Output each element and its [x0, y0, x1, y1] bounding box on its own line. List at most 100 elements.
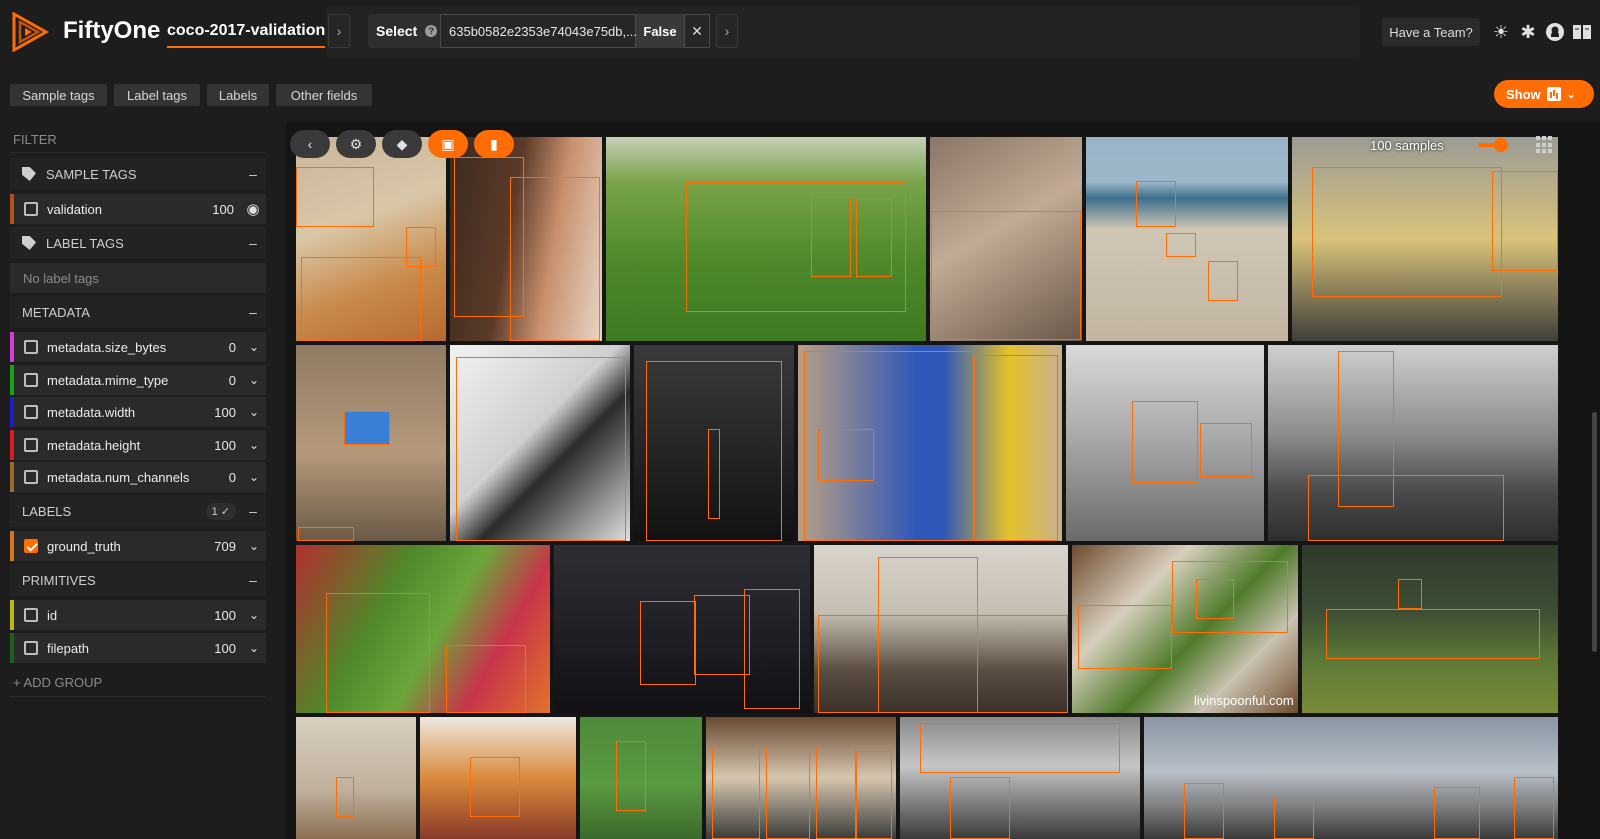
- eye-icon[interactable]: ◉: [240, 200, 266, 218]
- field-id[interactable]: id 100 ⌄: [10, 600, 266, 630]
- checkbox[interactable]: [24, 608, 38, 622]
- color-stripe: [10, 600, 14, 630]
- bbox: [510, 177, 600, 341]
- checkbox[interactable]: [24, 340, 38, 354]
- github-icon[interactable]: [1545, 22, 1565, 42]
- chevron-down-icon[interactable]: ⌄: [242, 539, 266, 553]
- sample-tile[interactable]: [450, 137, 602, 341]
- group-primitives[interactable]: PRIMITIVES –: [10, 564, 266, 596]
- checkbox[interactable]: [24, 641, 38, 655]
- collapse-icon[interactable]: –: [240, 235, 266, 251]
- show-panels-button[interactable]: Show ⌄: [1494, 80, 1594, 108]
- collapse-icon[interactable]: –: [240, 572, 266, 588]
- tab-label-tags[interactable]: Label tags: [114, 84, 200, 106]
- group-labels[interactable]: LABELS 1 ✓ –: [10, 495, 266, 527]
- sample-tile[interactable]: [900, 717, 1140, 839]
- checkbox[interactable]: [24, 405, 38, 419]
- chevron-down-icon[interactable]: ⌄: [242, 405, 266, 419]
- view-bar-forward-arrow[interactable]: ›: [716, 14, 738, 48]
- filter-title: FILTER: [13, 132, 57, 147]
- sample-tile[interactable]: [1268, 345, 1558, 541]
- row-count: 0: [228, 469, 236, 485]
- row-count: 100: [214, 437, 236, 453]
- sample-tile[interactable]: [634, 345, 794, 541]
- stage-bool-toggle[interactable]: False: [636, 14, 684, 48]
- row-label: metadata.width: [47, 404, 136, 420]
- sample-tile[interactable]: [296, 345, 446, 541]
- field-metadata-size-bytes[interactable]: metadata.size_bytes 0 ⌄: [10, 332, 266, 362]
- bbox: [1326, 609, 1540, 659]
- sample-tile[interactable]: [296, 717, 416, 839]
- sample-tile[interactable]: [814, 545, 1068, 713]
- tab-other-fields[interactable]: Other fields: [276, 84, 372, 106]
- view-stage-name[interactable]: Select ?: [368, 14, 440, 48]
- field-metadata-num-channels[interactable]: metadata.num_channels 0 ⌄: [10, 462, 266, 492]
- sample-tile[interactable]: [450, 345, 630, 541]
- stage-value-field[interactable]: 635b0582e2353e74043e75db,...: [440, 14, 637, 48]
- sample-tile[interactable]: [1144, 717, 1558, 839]
- grid-scrollbar[interactable]: [1592, 412, 1597, 652]
- docs-icon[interactable]: [1572, 22, 1592, 42]
- field-metadata-width[interactable]: metadata.width 100 ⌄: [10, 397, 266, 427]
- light-mode-icon[interactable]: ☀: [1491, 22, 1511, 42]
- sample-tag-validation[interactable]: validation 100 ◉: [10, 194, 266, 224]
- sample-tile[interactable]: [930, 137, 1082, 341]
- fiftyone-logo[interactable]: [10, 12, 50, 52]
- view-bar-back-arrow[interactable]: ›: [328, 14, 350, 48]
- tag-icon[interactable]: ◆: [382, 130, 422, 158]
- chevron-down-icon: ⌄: [1566, 88, 1576, 101]
- field-metadata-mime-type[interactable]: metadata.mime_type 0 ⌄: [10, 365, 266, 395]
- sample-tile[interactable]: [706, 717, 896, 839]
- chevron-down-icon[interactable]: ⌄: [242, 340, 266, 354]
- sample-tile[interactable]: [1066, 345, 1264, 541]
- field-ground-truth[interactable]: ground_truth 709 ⌄: [10, 531, 266, 561]
- chevron-down-icon[interactable]: ⌄: [242, 641, 266, 655]
- have-a-team-button[interactable]: Have a Team?: [1382, 18, 1480, 46]
- field-metadata-height[interactable]: metadata.height 100 ⌄: [10, 430, 266, 460]
- gear-icon[interactable]: ⚙: [336, 130, 376, 158]
- bbox: [818, 615, 1068, 713]
- grid-layout-icon[interactable]: [1536, 136, 1554, 154]
- patches-icon[interactable]: ▣: [428, 130, 468, 158]
- checkbox[interactable]: [24, 539, 38, 553]
- sample-tile[interactable]: [1302, 545, 1558, 713]
- field-filepath[interactable]: filepath 100 ⌄: [10, 633, 266, 663]
- checkbox[interactable]: [24, 373, 38, 387]
- chevron-down-icon[interactable]: ⌄: [242, 608, 266, 622]
- sample-tile[interactable]: [798, 345, 1062, 541]
- chevron-down-icon[interactable]: ⌄: [242, 470, 266, 484]
- sample-tile[interactable]: livinspoonful.com: [1072, 545, 1298, 713]
- tab-sample-tags[interactable]: Sample tags: [10, 84, 107, 106]
- dataset-selector[interactable]: coco-2017-validation: [167, 22, 326, 48]
- zoom-slider-handle[interactable]: [1494, 138, 1508, 152]
- sample-tile[interactable]: [1292, 137, 1558, 341]
- group-sample-tags[interactable]: SAMPLE TAGS –: [10, 158, 266, 190]
- group-metadata[interactable]: METADATA –: [10, 296, 266, 328]
- collapse-icon[interactable]: –: [240, 304, 266, 320]
- checkbox[interactable]: [24, 438, 38, 452]
- bbox: [1398, 579, 1422, 609]
- chevron-down-icon[interactable]: ⌄: [242, 373, 266, 387]
- sample-tile[interactable]: [420, 717, 576, 839]
- sample-tile[interactable]: [296, 545, 550, 713]
- sample-tile[interactable]: [554, 545, 810, 713]
- sample-tile[interactable]: [580, 717, 702, 839]
- collapse-icon[interactable]: –: [240, 503, 266, 519]
- sample-tile[interactable]: [296, 137, 446, 341]
- grid-back-button[interactable]: ‹: [290, 130, 330, 158]
- stage-help-icon[interactable]: ?: [425, 25, 438, 37]
- chevron-down-icon[interactable]: ⌄: [242, 438, 266, 452]
- bbox: [1132, 401, 1198, 483]
- checkbox[interactable]: [24, 470, 38, 484]
- slack-icon[interactable]: ✱: [1518, 22, 1538, 42]
- group-label-tags[interactable]: LABEL TAGS –: [10, 227, 266, 259]
- sample-tile[interactable]: [606, 137, 926, 341]
- tab-labels[interactable]: Labels: [207, 84, 269, 106]
- add-group-button[interactable]: + ADD GROUP: [13, 675, 102, 690]
- bookmark-icon[interactable]: ▮: [474, 130, 514, 158]
- checkbox[interactable]: [24, 202, 38, 216]
- labels-badge[interactable]: 1 ✓: [205, 502, 236, 520]
- sample-tile[interactable]: [1086, 137, 1288, 341]
- stage-remove-button[interactable]: ✕: [684, 14, 710, 48]
- collapse-icon[interactable]: –: [240, 166, 266, 182]
